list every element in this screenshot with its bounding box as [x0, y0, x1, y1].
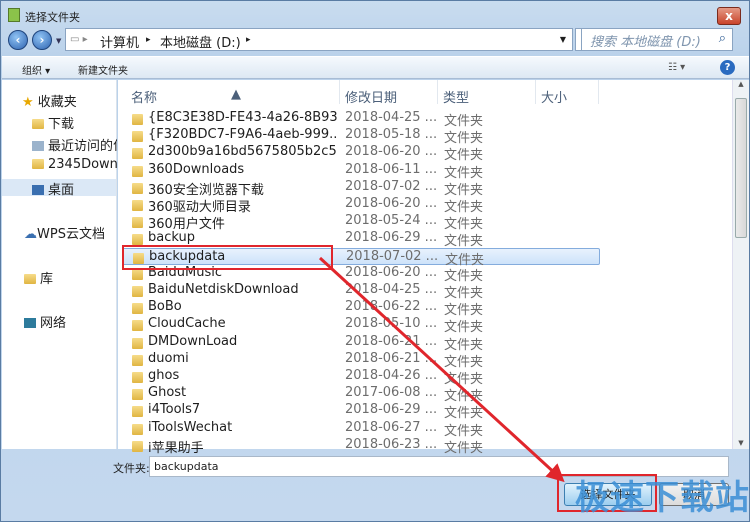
annotation-arrow	[318, 256, 565, 483]
watermark-logo: 极速下载站	[575, 478, 750, 518]
arrow-line	[318, 256, 565, 483]
